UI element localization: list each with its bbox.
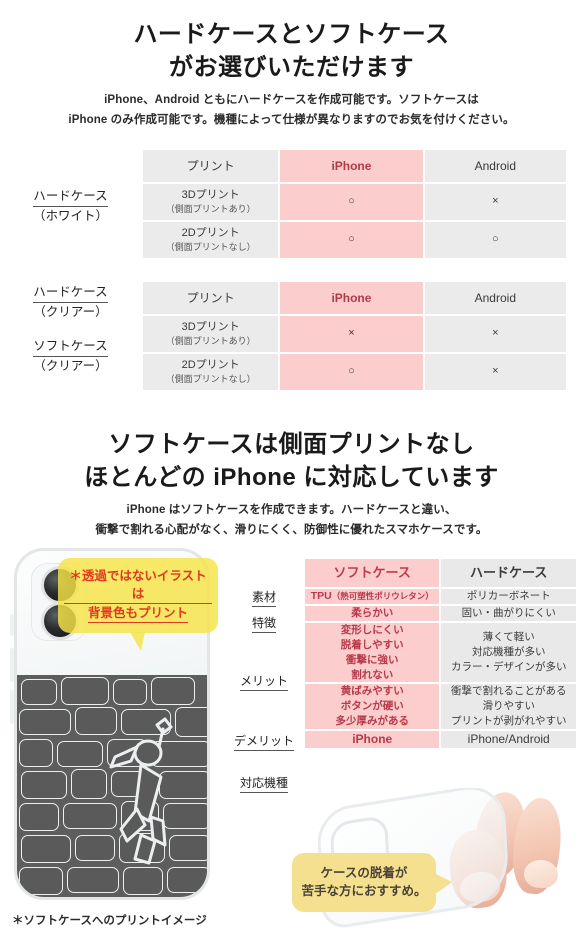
table2-row0-android: ×	[424, 316, 566, 352]
table-row: プリント iPhone Android	[143, 282, 566, 314]
section2-lead: iPhone はソフトケースを作成できます。ハードケースと違い、 衝撃で割れる心…	[0, 500, 583, 540]
table-row: 2Dプリント （側面プリントなし） ○ ○	[143, 222, 566, 258]
table-row: TPU（熱可塑性ポリウレタン） ポリカーボネート	[305, 589, 576, 604]
table1-row0-android: ×	[424, 184, 566, 220]
table-row: 3Dプリント （側面プリントあり） ○ ×	[143, 184, 566, 220]
cmp-row-label-material: 素材	[228, 588, 300, 607]
cmp-material-soft: TPU（熱可塑性ポリウレタン）	[305, 589, 440, 604]
table2-row0-iphone: ×	[280, 316, 423, 352]
table1-row1-android: ○	[424, 222, 566, 258]
table1-row0-print: 3Dプリント （側面プリントあり）	[143, 184, 279, 220]
table-row: 3Dプリント （側面プリントあり） × ×	[143, 316, 566, 352]
cmp-material-soft-main: TPU	[310, 590, 332, 602]
section1-title-line1: ハードケースとソフトケース	[133, 21, 450, 48]
cmp-row-label-demerit: デメリット	[228, 732, 300, 751]
callout-tail	[130, 632, 145, 652]
table1-row1-print: 2Dプリント （側面プリントなし）	[143, 222, 279, 258]
cmp-row-label-feature: 特徴	[228, 614, 300, 633]
table1-row-label: ハードケース （ホワイト）	[0, 187, 141, 225]
cmp-merit-hard: 薄くて軽い 対応機種が多い カラー・デザインが多い	[441, 622, 576, 683]
section2-title-line1: ソフトケースは側面プリントなし	[108, 431, 475, 458]
cmp-devices-soft: iPhone	[305, 731, 440, 749]
section1-lead-line1: iPhone、Android ともにハードケースを作成可能です。ソフトケースは	[104, 94, 479, 106]
callout-tip-line1: ケースの脱着が	[320, 866, 408, 880]
callout-tip-line2: 苦手な方におすすめ。	[301, 884, 427, 899]
table2-row1-android: ×	[424, 354, 566, 390]
table1-row1-print-main: 2Dプリント	[181, 227, 240, 239]
table2-row-label-b-line2: （クリアー）	[33, 359, 108, 374]
table2-row1-iphone: ○	[280, 354, 423, 390]
table-row: iPhone iPhone/Android	[305, 731, 576, 749]
table1-row0-print-main: 3Dプリント	[181, 189, 240, 201]
table1-row-label-line2: （ホワイト）	[32, 209, 108, 224]
callout-tail	[434, 873, 452, 895]
table2-row1-print: 2Dプリント （側面プリントなし）	[143, 354, 279, 390]
cmp-merit-soft: 変形しにくい 脱着しやすい 衝撃に強い 割れない	[305, 622, 440, 683]
table2-row-label-softcase-clear: ソフトケース （クリアー）	[0, 337, 141, 375]
section2-title: ソフトケースは側面プリントなし ほとんどの iPhone に対応しています	[0, 428, 583, 494]
table1-row0-print-sub: （側面プリントあり）	[165, 203, 256, 214]
section2-lead-line1: iPhone はソフトケースを作成できます。ハードケースと違い、	[126, 504, 457, 516]
cmp-header-soft: ソフトケース	[305, 559, 440, 587]
section2-title-line2: ほとんどの iPhone に対応しています	[84, 464, 499, 492]
table1-row0-iphone: ○	[280, 184, 423, 220]
soft-vs-hard-comparison-table: ソフトケース ハードケース TPU（熱可塑性ポリウレタン） ポリカーボネート 柔…	[303, 557, 578, 750]
cmp-material-soft-paren: （熱可塑性ポリウレタン）	[331, 591, 434, 601]
climber-illustration	[109, 717, 173, 865]
table2-row0-print-sub: （側面プリントあり）	[165, 335, 256, 346]
table2-row-label-b-line1: ソフトケース	[33, 337, 108, 358]
cmp-demerit-soft: 黄ばみやすい ボタンが硬い 多少厚みがある	[305, 684, 440, 730]
table2-row-label-a-line2: （クリアー）	[33, 305, 108, 320]
table1-row1-print-sub: （側面プリントなし）	[165, 241, 256, 252]
table-row: 柔らかい 固い・曲がりにくい	[305, 605, 576, 621]
table2-header-print: プリント	[143, 282, 279, 314]
section1-title: ハードケースとソフトケース がお選びいただけます	[0, 18, 583, 84]
table1-header-print: プリント	[143, 150, 279, 182]
table-row: プリント iPhone Android	[143, 150, 566, 182]
table-row: 変形しにくい 脱着しやすい 衝撃に強い 割れない 薄くて軽い 対応機種が多い カ…	[305, 622, 576, 683]
section1-lead-line2: iPhone のみ作成可能です。機種によって仕様が異なりますのでお気を付けくださ…	[68, 114, 515, 127]
table2-row0-print: 3Dプリント （側面プリントあり）	[143, 316, 279, 352]
table2-header-android: Android	[424, 282, 566, 314]
table2-row1-print-sub: （側面プリントなし）	[165, 373, 256, 384]
clearcase-compat-table: プリント iPhone Android 3Dプリント （側面プリントあり） × …	[141, 280, 568, 392]
section1-lead: iPhone、Android ともにハードケースを作成可能です。ソフトケースは …	[0, 90, 583, 130]
section1-title-line2: がお選びいただけます	[169, 54, 414, 82]
table1-header-iphone: iPhone	[280, 150, 423, 182]
cmp-header-hard: ハードケース	[441, 559, 576, 587]
cmp-demerit-hard: 衝撃で割れることがある 滑りやすい プリントが剥がれやすい	[441, 684, 576, 730]
product-info-page: ハードケースとソフトケース がお選びいただけます iPhone、Android …	[0, 0, 583, 952]
table-row: 黄ばみやすい ボタンが硬い 多少厚みがある 衝撃で割れることがある 滑りやすい …	[305, 684, 576, 730]
print-image-footnote: ＊ソフトケースへのプリントイメージ	[12, 915, 207, 927]
stone-wall-illustration	[17, 675, 207, 897]
table1-header-android: Android	[424, 150, 566, 182]
cmp-material-hard: ポリカーボネート	[441, 589, 576, 604]
cmp-devices-hard: iPhone/Android	[441, 731, 576, 749]
table1-row-label-line1: ハードケース	[33, 187, 108, 208]
table2-header-iphone: iPhone	[280, 282, 423, 314]
cmp-feature-hard: 固い・曲がりにくい	[441, 605, 576, 621]
section2-lead-line2: 衝撃で割れる心配がなく、滑りにくく、防御性に優れたスマホケースです。	[95, 524, 488, 537]
table2-row0-print-main: 3Dプリント	[181, 321, 240, 333]
table1-row1-iphone: ○	[280, 222, 423, 258]
hardcase-white-compat-table: プリント iPhone Android 3Dプリント （側面プリントあり） ○ …	[141, 148, 568, 260]
callout-print-line1: ＊透過ではないイラストは	[64, 567, 212, 605]
removal-tip-callout: ケースの脱着が 苦手な方におすすめ。	[292, 853, 452, 913]
table2-row-label-hardcase-clear: ハードケース （クリアー）	[0, 283, 141, 321]
print-background-callout: ＊透過ではないイラストは 背景色もプリント	[58, 558, 218, 652]
cmp-feature-soft: 柔らかい	[305, 605, 440, 621]
callout-print-line2: 背景色もプリント	[87, 604, 188, 624]
table2-row-label-a-line1: ハードケース	[33, 283, 108, 304]
table2-row1-print-main: 2Dプリント	[181, 359, 240, 371]
table-row: 2Dプリント （側面プリントなし） ○ ×	[143, 354, 566, 390]
cmp-row-label-devices: 対応機種	[228, 774, 300, 793]
table-row: ソフトケース ハードケース	[305, 559, 576, 587]
cmp-row-label-merit: メリット	[228, 672, 300, 691]
